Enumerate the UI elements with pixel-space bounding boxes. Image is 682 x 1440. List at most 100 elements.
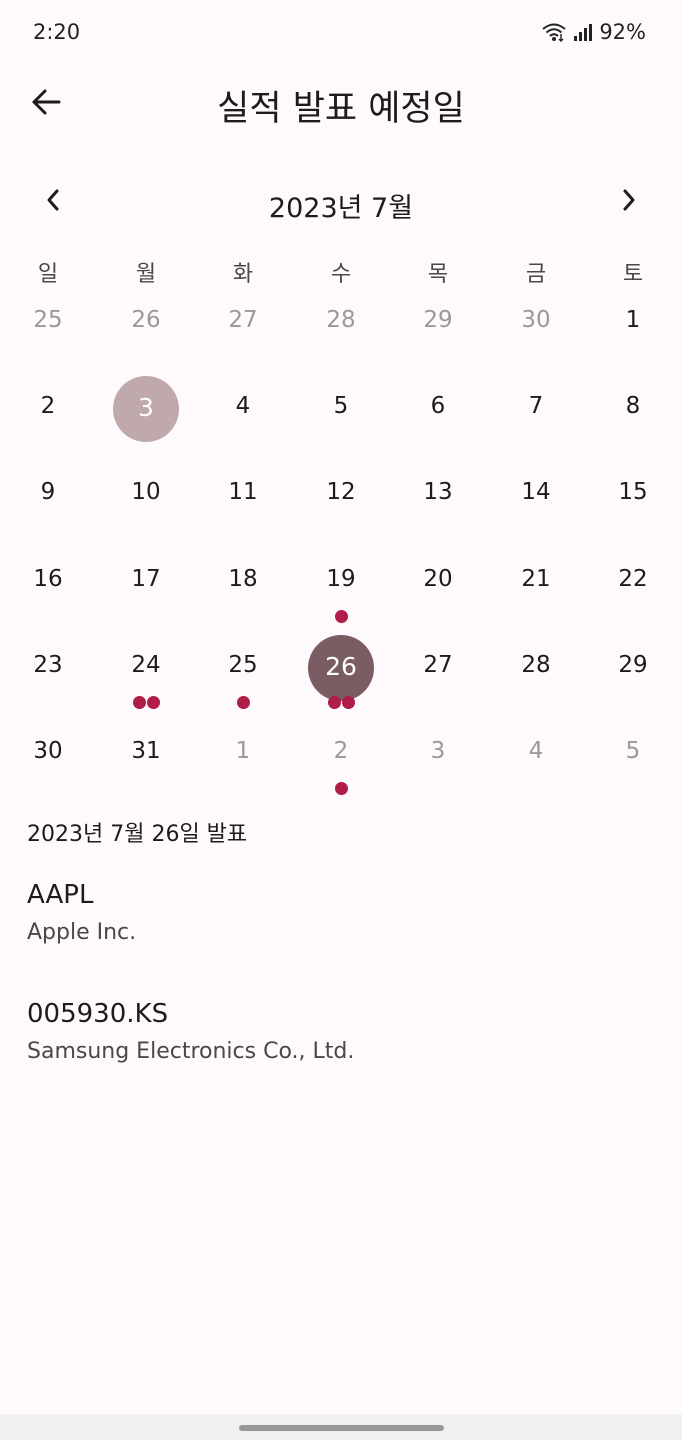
calendar-day[interactable]: 5 [598, 721, 668, 791]
event-dot [334, 610, 348, 623]
day-number: 25 [33, 307, 63, 333]
calendar-day[interactable]: 12 [306, 462, 376, 532]
next-month-button[interactable] [607, 180, 651, 224]
calendar-day[interactable]: 27 [403, 635, 473, 705]
status-time: 2:20 [33, 20, 81, 44]
calendar-day-selected[interactable]: 26 [306, 635, 376, 709]
day-number: 17 [131, 566, 161, 592]
calendar-day[interactable]: 30 [501, 290, 571, 360]
calendar-day[interactable]: 29 [403, 290, 473, 360]
calendar-day[interactable]: 10 [111, 462, 181, 532]
calendar-day[interactable]: 28 [306, 290, 376, 360]
day-number: 26 [131, 307, 161, 333]
earnings-list-item[interactable]: AAPL Apple Inc. [27, 880, 647, 945]
weekday-label: 일 [37, 262, 59, 287]
calendar-day[interactable]: 28 [501, 635, 571, 705]
weekday-label: 화 [232, 262, 254, 287]
calendar-day[interactable]: 29 [598, 635, 668, 705]
calendar-day[interactable]: 17 [111, 549, 181, 619]
app-bar: 실적 발표 예정일 [0, 70, 682, 138]
day-number: 5 [333, 393, 349, 419]
day-number: 22 [618, 566, 648, 592]
calendar-day[interactable]: 1 [598, 290, 668, 360]
calendar-day[interactable]: 8 [598, 376, 668, 446]
calendar-day[interactable]: 3 [403, 721, 473, 791]
chevron-right-icon [621, 188, 637, 216]
day-number: 30 [33, 738, 63, 764]
calendar-day[interactable]: 18 [208, 549, 278, 619]
calendar-day[interactable]: 9 [13, 462, 83, 532]
selected-date-title: 2023년 7월 26일 발표 [27, 822, 248, 847]
calendar-day[interactable]: 7 [501, 376, 571, 446]
day-number: 31 [131, 738, 161, 764]
calendar-day[interactable]: 1 [208, 721, 278, 791]
event-dot [146, 696, 160, 709]
calendar-day[interactable]: 26 [111, 290, 181, 360]
calendar-day[interactable]: 13 [403, 462, 473, 532]
day-number: 29 [618, 652, 648, 678]
day-number: 21 [521, 566, 551, 592]
calendar-day[interactable]: 24 [111, 635, 181, 709]
day-number: 25 [228, 652, 258, 678]
event-indicator [208, 696, 278, 709]
status-icons: 92% [541, 20, 646, 44]
event-indicator [306, 696, 376, 709]
day-number: 7 [528, 393, 544, 419]
battery-percent: 92% [599, 20, 646, 44]
day-number: 29 [423, 307, 453, 333]
calendar-day[interactable]: 4 [208, 376, 278, 446]
day-number: 11 [228, 479, 258, 505]
day-number: 8 [625, 393, 641, 419]
gesture-nav-area [0, 1414, 682, 1440]
calendar-day[interactable]: 11 [208, 462, 278, 532]
calendar-day[interactable]: 19 [306, 549, 376, 623]
calendar-day[interactable]: 14 [501, 462, 571, 532]
earnings-list-item[interactable]: 005930.KS Samsung Electronics Co., Ltd. [27, 999, 647, 1064]
day-number: 28 [521, 652, 551, 678]
calendar-day[interactable]: 31 [111, 721, 181, 791]
day-number: 28 [326, 307, 356, 333]
calendar-day[interactable]: 25 [208, 635, 278, 709]
day-number: 23 [33, 652, 63, 678]
calendar-day[interactable]: 4 [501, 721, 571, 791]
day-number: 4 [235, 393, 251, 419]
calendar-day[interactable]: 15 [598, 462, 668, 532]
day-number: 27 [423, 652, 453, 678]
day-number: 16 [33, 566, 63, 592]
day-number: 3 [430, 738, 446, 764]
day-number: 9 [40, 479, 56, 505]
day-number: 6 [430, 393, 446, 419]
calendar-day[interactable]: 27 [208, 290, 278, 360]
company-name: Apple Inc. [27, 920, 137, 945]
event-indicator [306, 610, 376, 623]
calendar-day[interactable]: 20 [403, 549, 473, 619]
calendar-day[interactable]: 16 [13, 549, 83, 619]
calendar-day-today[interactable]: 3 [111, 376, 181, 446]
calendar-day[interactable]: 22 [598, 549, 668, 619]
day-number: 1 [625, 307, 641, 333]
day-number: 24 [131, 652, 161, 678]
calendar-day[interactable]: 21 [501, 549, 571, 619]
page-title: 실적 발표 예정일 [217, 89, 465, 129]
day-number: 10 [131, 479, 161, 505]
day-number: 2 [40, 393, 56, 419]
event-dot [327, 696, 341, 709]
day-number: 14 [521, 479, 551, 505]
weekday-label: 수 [330, 262, 352, 287]
calendar-day[interactable]: 5 [306, 376, 376, 446]
calendar-day[interactable]: 6 [403, 376, 473, 446]
day-number: 1 [235, 738, 251, 764]
month-navigator: 2023년 7월 [0, 176, 682, 230]
calendar-day[interactable]: 25 [13, 290, 83, 360]
calendar-day[interactable]: 30 [13, 721, 83, 791]
ticker-symbol: AAPL [27, 880, 94, 910]
day-number: 13 [423, 479, 453, 505]
weekday-label: 월 [135, 262, 157, 287]
day-number: 26 [325, 652, 357, 681]
calendar-day[interactable]: 23 [13, 635, 83, 705]
day-number: 12 [326, 479, 356, 505]
calendar-day[interactable]: 2 [13, 376, 83, 446]
home-indicator-bar[interactable] [239, 1425, 444, 1431]
day-number: 2 [333, 738, 349, 764]
calendar-day[interactable]: 2 [306, 721, 376, 795]
